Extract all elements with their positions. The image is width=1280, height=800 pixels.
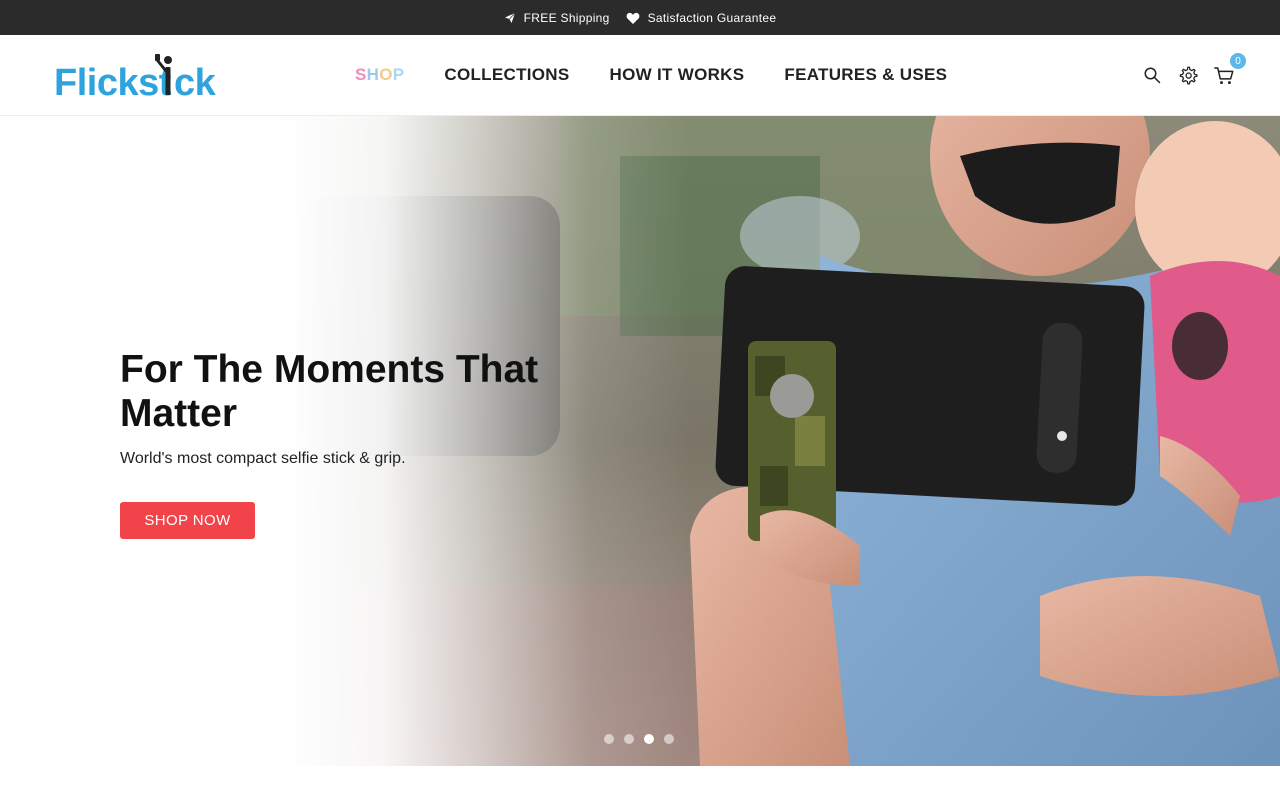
slider-dot[interactable] bbox=[664, 734, 674, 744]
nav-shop-letter: S bbox=[355, 65, 367, 84]
promo-satisfaction: Satisfaction Guarantee bbox=[626, 11, 777, 25]
nav-shop[interactable]: SHOP bbox=[355, 65, 404, 85]
announcement-bar: FREE Shipping Satisfaction Guarantee bbox=[0, 0, 1280, 35]
search-button[interactable] bbox=[1142, 65, 1162, 85]
gear-icon bbox=[1179, 66, 1198, 85]
nav-shop-letter: O bbox=[379, 65, 393, 84]
svg-text:ck: ck bbox=[174, 62, 217, 99]
nav-shop-letter: H bbox=[366, 65, 380, 84]
promo-text: Satisfaction Guarantee bbox=[647, 10, 777, 25]
promo-free-shipping: FREE Shipping bbox=[504, 11, 610, 25]
hero-slider: For The Moments That Matter World's most… bbox=[0, 116, 1280, 766]
hero-subtitle: World's most compact selfie stick & grip… bbox=[120, 450, 406, 467]
cart-icon bbox=[1214, 66, 1234, 84]
heart-icon bbox=[626, 12, 640, 24]
settings-button[interactable] bbox=[1178, 65, 1198, 85]
nav-features-uses[interactable]: FEATURES & USES bbox=[784, 65, 947, 85]
nav-collections[interactable]: COLLECTIONS bbox=[444, 65, 569, 85]
nav-shop-letter: P bbox=[392, 65, 405, 84]
hero-title: For The Moments That Matter bbox=[120, 348, 539, 435]
slider-dots bbox=[604, 734, 674, 744]
nav-how-it-works[interactable]: HOW IT WORKS bbox=[610, 65, 745, 85]
slider-dot[interactable] bbox=[624, 734, 634, 744]
slider-dot-active[interactable] bbox=[644, 734, 654, 744]
hero-content: For The Moments That Matter World's most… bbox=[120, 348, 640, 468]
slider-dot[interactable] bbox=[604, 734, 614, 744]
header-actions: 0 bbox=[1142, 35, 1246, 115]
search-icon bbox=[1144, 67, 1161, 84]
promo-text: FREE Shipping bbox=[523, 10, 610, 25]
paper-plane-icon bbox=[504, 12, 515, 23]
cart-button[interactable]: 0 bbox=[1214, 53, 1246, 85]
site-header: Flickst ck SHOP COLLECTIONS HOW IT WORKS… bbox=[0, 35, 1280, 116]
shop-now-button[interactable]: SHOP NOW bbox=[120, 502, 255, 539]
svg-text:Flickst: Flickst bbox=[54, 62, 172, 99]
main-nav: SHOP COLLECTIONS HOW IT WORKS FEATURES &… bbox=[355, 35, 987, 115]
cart-count-badge: 0 bbox=[1230, 53, 1246, 69]
logo-graphic: Flickst ck bbox=[54, 54, 217, 99]
logo[interactable]: Flickst ck bbox=[54, 53, 234, 99]
